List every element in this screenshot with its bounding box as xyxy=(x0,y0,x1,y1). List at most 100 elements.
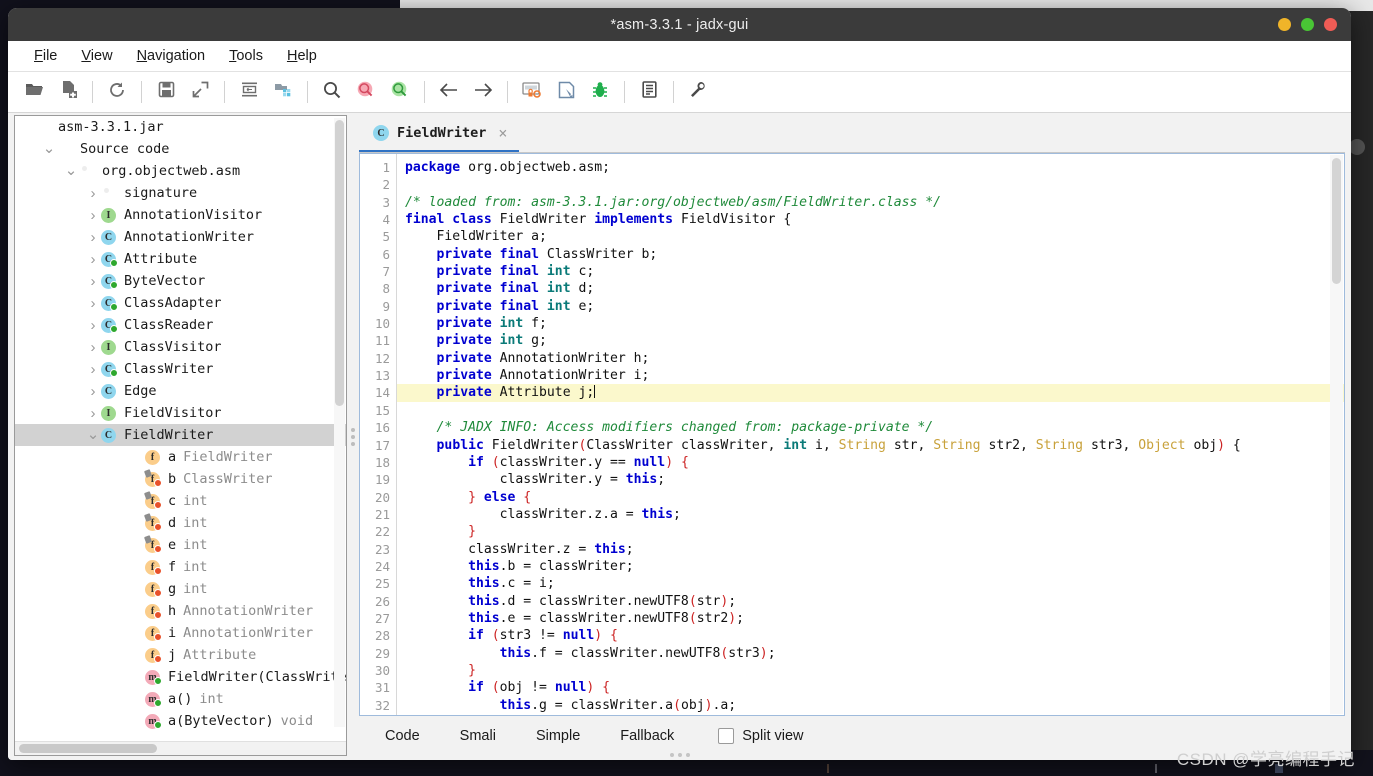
code-token: g; xyxy=(523,333,547,348)
code-token: this xyxy=(626,472,658,487)
background-window-dot xyxy=(1349,139,1365,155)
tree-item[interactable]: ⌄org.objectweb.asm xyxy=(15,160,346,182)
tree-item[interactable]: ma(ByteVector)void xyxy=(15,710,346,732)
code-token: null xyxy=(634,455,666,470)
toolbar-export-button[interactable] xyxy=(184,77,216,107)
tree-item[interactable]: fhAnnotationWriter xyxy=(15,600,346,622)
toolbar-arrow-right-button[interactable] xyxy=(467,77,499,107)
split-view-checkbox[interactable]: Split view xyxy=(718,728,803,744)
view-tab-code[interactable]: Code xyxy=(365,722,440,750)
tree-item[interactable]: ›IClassVisitor xyxy=(15,336,346,358)
code-line: this.d = classWriter.newUTF8(str); xyxy=(397,593,1344,610)
code-token: str3 xyxy=(728,646,760,661)
chevron-right-icon[interactable]: › xyxy=(85,317,101,334)
code-vertical-scrollbar[interactable] xyxy=(1330,155,1343,714)
close-button[interactable] xyxy=(1324,18,1337,31)
tree-item[interactable]: mFieldWriter(ClassWriter xyxy=(15,666,346,688)
code-token: private final xyxy=(437,247,547,262)
chevron-right-icon[interactable]: › xyxy=(85,339,101,356)
chevron-right-icon[interactable]: › xyxy=(85,383,101,400)
tree-item[interactable]: ›CClassWriter xyxy=(15,358,346,380)
tree-item[interactable]: fjAttribute xyxy=(15,644,346,666)
chevron-right-icon[interactable]: › xyxy=(85,273,101,290)
code-token: ; xyxy=(626,542,634,557)
maximize-button[interactable] xyxy=(1301,18,1314,31)
line-number: 14 xyxy=(360,384,396,401)
chevron-right-icon[interactable]: › xyxy=(85,295,101,312)
code-token: String xyxy=(1036,438,1083,453)
menu-view[interactable]: View xyxy=(69,45,124,67)
code-token: public xyxy=(437,438,492,453)
tree-item[interactable]: ›IAnnotationVisitor xyxy=(15,204,346,226)
code-token: private xyxy=(437,368,500,383)
toolbar-arrow-left-button[interactable] xyxy=(433,77,465,107)
toolbar-search-button[interactable] xyxy=(316,77,348,107)
editor-tab-fieldwriter[interactable]: C FieldWriter × xyxy=(359,116,519,153)
chevron-right-icon[interactable]: › xyxy=(85,405,101,422)
chevron-down-icon[interactable]: ⌄ xyxy=(41,145,57,153)
toolbar-preferences-button[interactable] xyxy=(682,77,714,107)
chevron-right-icon[interactable]: › xyxy=(85,229,101,246)
panel-splitter[interactable] xyxy=(347,113,359,760)
checkbox-box-icon[interactable] xyxy=(718,728,734,744)
toolbar-flat-packages-button[interactable] xyxy=(267,77,299,107)
tree-item[interactable]: fiAnnotationWriter xyxy=(15,622,346,644)
toolbar-search-next-button[interactable] xyxy=(384,77,416,107)
source-tree[interactable]: asm-3.3.1.jar⌄Source code⌄org.objectweb.… xyxy=(15,116,346,741)
toolbar-quark-button[interactable] xyxy=(550,77,582,107)
tree-item[interactable]: ⌄Source code xyxy=(15,138,346,160)
tree-item[interactable]: feint xyxy=(15,534,346,556)
code-editor[interactable]: 1234567891011121314151617181920212223242… xyxy=(359,153,1345,716)
close-icon[interactable]: × xyxy=(494,124,507,142)
tree-item-label: i xyxy=(168,625,176,641)
tree-item[interactable]: ›CClassReader xyxy=(15,314,346,336)
tree-item[interactable]: ma()int xyxy=(15,688,346,710)
toolbar-debug-button[interactable] xyxy=(584,77,616,107)
toolbar-open-folder-button[interactable] xyxy=(18,77,50,107)
chevron-down-icon[interactable]: ⌄ xyxy=(63,167,79,175)
code-content[interactable]: package org.objectweb.asm; /* loaded fro… xyxy=(397,154,1344,715)
minimize-button[interactable] xyxy=(1278,18,1291,31)
chevron-right-icon[interactable]: › xyxy=(85,207,101,224)
view-tab-simple[interactable]: Simple xyxy=(516,722,600,750)
toolbar-save-button[interactable] xyxy=(150,77,182,107)
tree-item[interactable]: ›CByteVector xyxy=(15,270,346,292)
toolbar-collapse-all-button[interactable] xyxy=(233,77,265,107)
toolbar-deobfuscation-button[interactable] xyxy=(516,77,548,107)
view-tab-fallback[interactable]: Fallback xyxy=(600,722,694,750)
window-controls xyxy=(1278,8,1337,41)
menu-help[interactable]: Help xyxy=(275,45,329,67)
chevron-down-icon[interactable]: ⌄ xyxy=(85,431,101,439)
menu-file[interactable]: File xyxy=(22,45,69,67)
tree-item[interactable]: fcint xyxy=(15,490,346,512)
tree-item[interactable]: fbClassWriter xyxy=(15,468,346,490)
toolbar-reload-button[interactable] xyxy=(101,77,133,107)
tree-item[interactable]: ›CEdge xyxy=(15,380,346,402)
tree-item[interactable]: ›CClassAdapter xyxy=(15,292,346,314)
toolbar-log-button[interactable] xyxy=(633,77,665,107)
tree-item[interactable]: ›IFieldVisitor xyxy=(15,402,346,424)
code-token: Object xyxy=(1138,438,1185,453)
view-tab-smali[interactable]: Smali xyxy=(440,722,516,750)
tree-item[interactable]: asm-3.3.1.jar xyxy=(15,116,346,138)
chevron-right-icon[interactable]: › xyxy=(85,361,101,378)
tree-item[interactable]: ›CAnnotationWriter xyxy=(15,226,346,248)
tree-item-selected[interactable]: ⌄CFieldWriter xyxy=(15,424,346,446)
tree-vertical-scrollbar[interactable] xyxy=(334,118,345,727)
tree-item[interactable]: fdint xyxy=(15,512,346,534)
toolbar-add-files-button[interactable] xyxy=(52,77,84,107)
tree-item[interactable]: ffint xyxy=(15,556,346,578)
menu-tools[interactable]: Tools xyxy=(217,45,275,67)
chevron-right-icon[interactable]: › xyxy=(85,251,101,268)
menu-navigation[interactable]: Navigation xyxy=(125,45,218,67)
tree-item-label: AnnotationWriter xyxy=(124,229,254,245)
chevron-right-icon[interactable]: › xyxy=(85,185,101,202)
code-token: ( xyxy=(492,455,500,470)
tree-item[interactable]: ›CAttribute xyxy=(15,248,346,270)
tree-item[interactable]: faFieldWriter xyxy=(15,446,346,468)
tree-item[interactable]: fgint xyxy=(15,578,346,600)
toolbar-search-prev-button[interactable] xyxy=(350,77,382,107)
code-line: public FieldWriter(ClassWriter classWrit… xyxy=(397,437,1344,454)
code-token: int xyxy=(547,299,571,314)
tree-item[interactable]: ›signature xyxy=(15,182,346,204)
